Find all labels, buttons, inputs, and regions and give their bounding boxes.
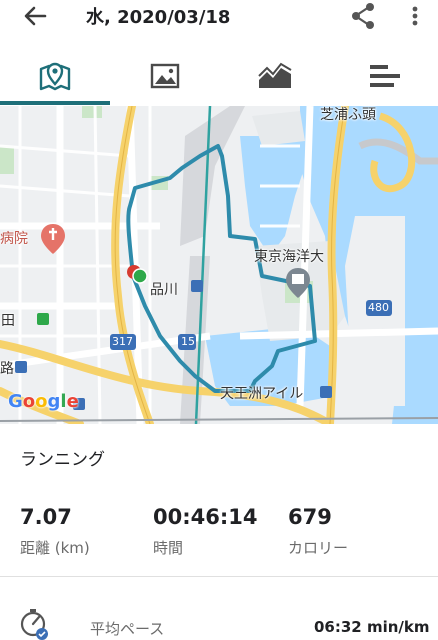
more-vert-icon[interactable] [404,2,426,30]
pace-value: 06:32 min/km [314,618,430,636]
map-label-ro: 路 [0,361,14,377]
top-app-bar: 水, 2020/03/18 [0,0,438,34]
road-shield-15: 15 [181,335,195,348]
tab-photos[interactable] [110,48,220,104]
map-label-shinagawa: 品川 [150,282,178,298]
calories-value: 679 [288,505,332,529]
image-icon [150,63,180,89]
map-label-shibaura: 芝浦ふ頭 [320,107,376,123]
map-canvas [0,106,438,424]
map-pin-icon [39,62,71,91]
page-title: 水, 2020/03/18 [86,7,231,28]
distance-value: 7.07 [20,505,72,529]
pace-gauge-icon [20,608,50,640]
distance-label: 距離 (km) [20,539,90,557]
area-chart-icon [258,62,292,88]
map-label-tennozu-isle: 天王洲アイル [220,386,304,402]
activity-detail-screen: 水, 2020/03/18 病院 品川 東京海洋大 天王洲アイル 芝浦ふ頭 田 … [0,0,438,640]
share-icon[interactable] [348,1,378,31]
google-logo: Google [8,391,79,412]
map-label-hospital: 病院 [0,231,28,247]
arrow-back-icon[interactable] [20,2,50,30]
duration-value: 00:46:14 [153,505,258,529]
tab-bar [0,48,438,106]
map-label-ta: 田 [1,313,15,329]
map-label-tokyo-kaiyo: 東京海洋大 [254,249,324,265]
duration-label: 時間 [153,539,184,557]
road-shield-480: 480 [368,301,389,314]
calories-label: カロリー [288,539,349,557]
selected-tab-indicator [0,101,110,105]
pace-label: 平均ペース [90,620,165,638]
tab-splits[interactable] [330,48,438,104]
route-map[interactable]: 病院 品川 東京海洋大 天王洲アイル 芝浦ふ頭 田 路 317 15 480 [0,106,438,424]
section-divider [0,576,438,577]
road-shield-317: 317 [112,335,133,348]
activity-type: ランニング [20,450,105,470]
bar-list-icon [370,65,400,87]
tab-map[interactable] [0,48,110,104]
tab-chart[interactable] [220,48,330,104]
